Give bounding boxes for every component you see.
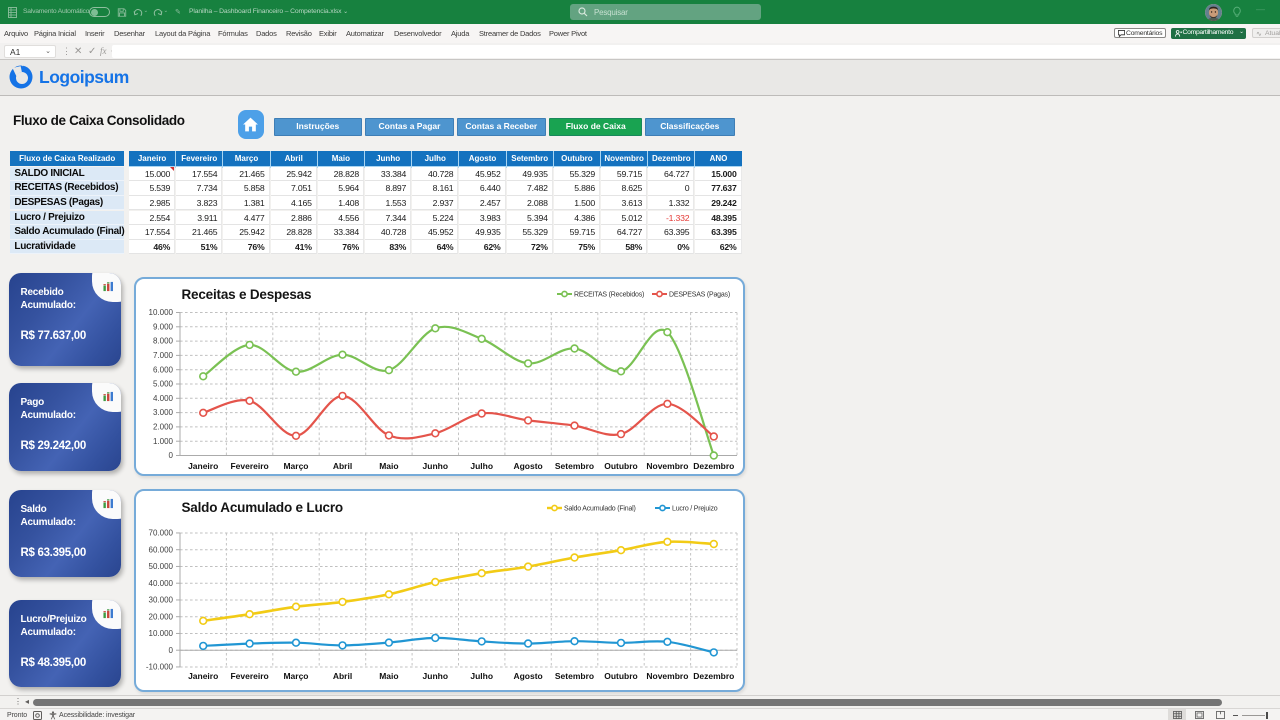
- svg-text:7.000: 7.000: [153, 351, 174, 360]
- svg-text:0: 0: [169, 451, 174, 460]
- svg-text:Lucro / Prejuizo: Lucro / Prejuizo: [672, 506, 718, 513]
- svg-text:20.000: 20.000: [149, 612, 174, 621]
- svg-text:Junho: Junho: [423, 461, 449, 471]
- svg-text:Dezembro: Dezembro: [693, 461, 734, 471]
- svg-text:Dezembro: Dezembro: [693, 671, 734, 681]
- svg-text:Novembro: Novembro: [646, 671, 688, 681]
- svg-text:DESPESAS (Pagas): DESPESAS (Pagas): [669, 292, 730, 299]
- svg-text:Abril: Abril: [333, 671, 352, 681]
- svg-text:Setembro: Setembro: [555, 671, 594, 681]
- svg-text:Julho: Julho: [470, 461, 493, 471]
- svg-text:1.000: 1.000: [153, 437, 174, 446]
- svg-text:Julho: Julho: [470, 671, 493, 681]
- svg-text:0: 0: [169, 646, 174, 655]
- svg-text:Setembro: Setembro: [555, 461, 594, 471]
- svg-text:Novembro: Novembro: [646, 461, 688, 471]
- svg-text:10.000: 10.000: [149, 629, 174, 638]
- svg-text:Abril: Abril: [333, 461, 352, 471]
- svg-text:Janeiro: Janeiro: [188, 671, 218, 681]
- svg-text:6.000: 6.000: [153, 365, 174, 374]
- svg-text:40.000: 40.000: [149, 579, 174, 588]
- svg-text:3.000: 3.000: [153, 408, 174, 417]
- svg-text:8.000: 8.000: [153, 337, 174, 346]
- svg-text:Agosto: Agosto: [513, 461, 542, 471]
- svg-text:Março: Março: [283, 461, 308, 471]
- svg-text:70.000: 70.000: [149, 529, 174, 538]
- svg-text:50.000: 50.000: [149, 562, 174, 571]
- svg-text:Outubro: Outubro: [604, 671, 638, 681]
- svg-text:10.000: 10.000: [149, 308, 174, 317]
- svg-text:Agosto: Agosto: [513, 671, 542, 681]
- svg-text:Janeiro: Janeiro: [188, 461, 218, 471]
- svg-text:Fevereiro: Fevereiro: [230, 461, 268, 471]
- svg-text:-10.000: -10.000: [146, 663, 174, 672]
- svg-text:2.000: 2.000: [153, 423, 174, 432]
- svg-text:5.000: 5.000: [153, 380, 174, 389]
- svg-text:Maio: Maio: [379, 461, 398, 471]
- svg-text:Maio: Maio: [379, 671, 398, 681]
- svg-text:9.000: 9.000: [153, 322, 174, 331]
- svg-text:Saldo Acumulado (Final): Saldo Acumulado (Final): [564, 506, 636, 513]
- svg-text:RECEITAS (Recebidos): RECEITAS (Recebidos): [574, 292, 644, 299]
- svg-text:Outubro: Outubro: [604, 461, 638, 471]
- svg-text:4.000: 4.000: [153, 394, 174, 403]
- svg-text:Março: Março: [283, 671, 308, 681]
- svg-text:30.000: 30.000: [149, 596, 174, 605]
- svg-text:Junho: Junho: [423, 671, 449, 681]
- svg-text:60.000: 60.000: [149, 545, 174, 554]
- svg-text:Fevereiro: Fevereiro: [230, 671, 268, 681]
